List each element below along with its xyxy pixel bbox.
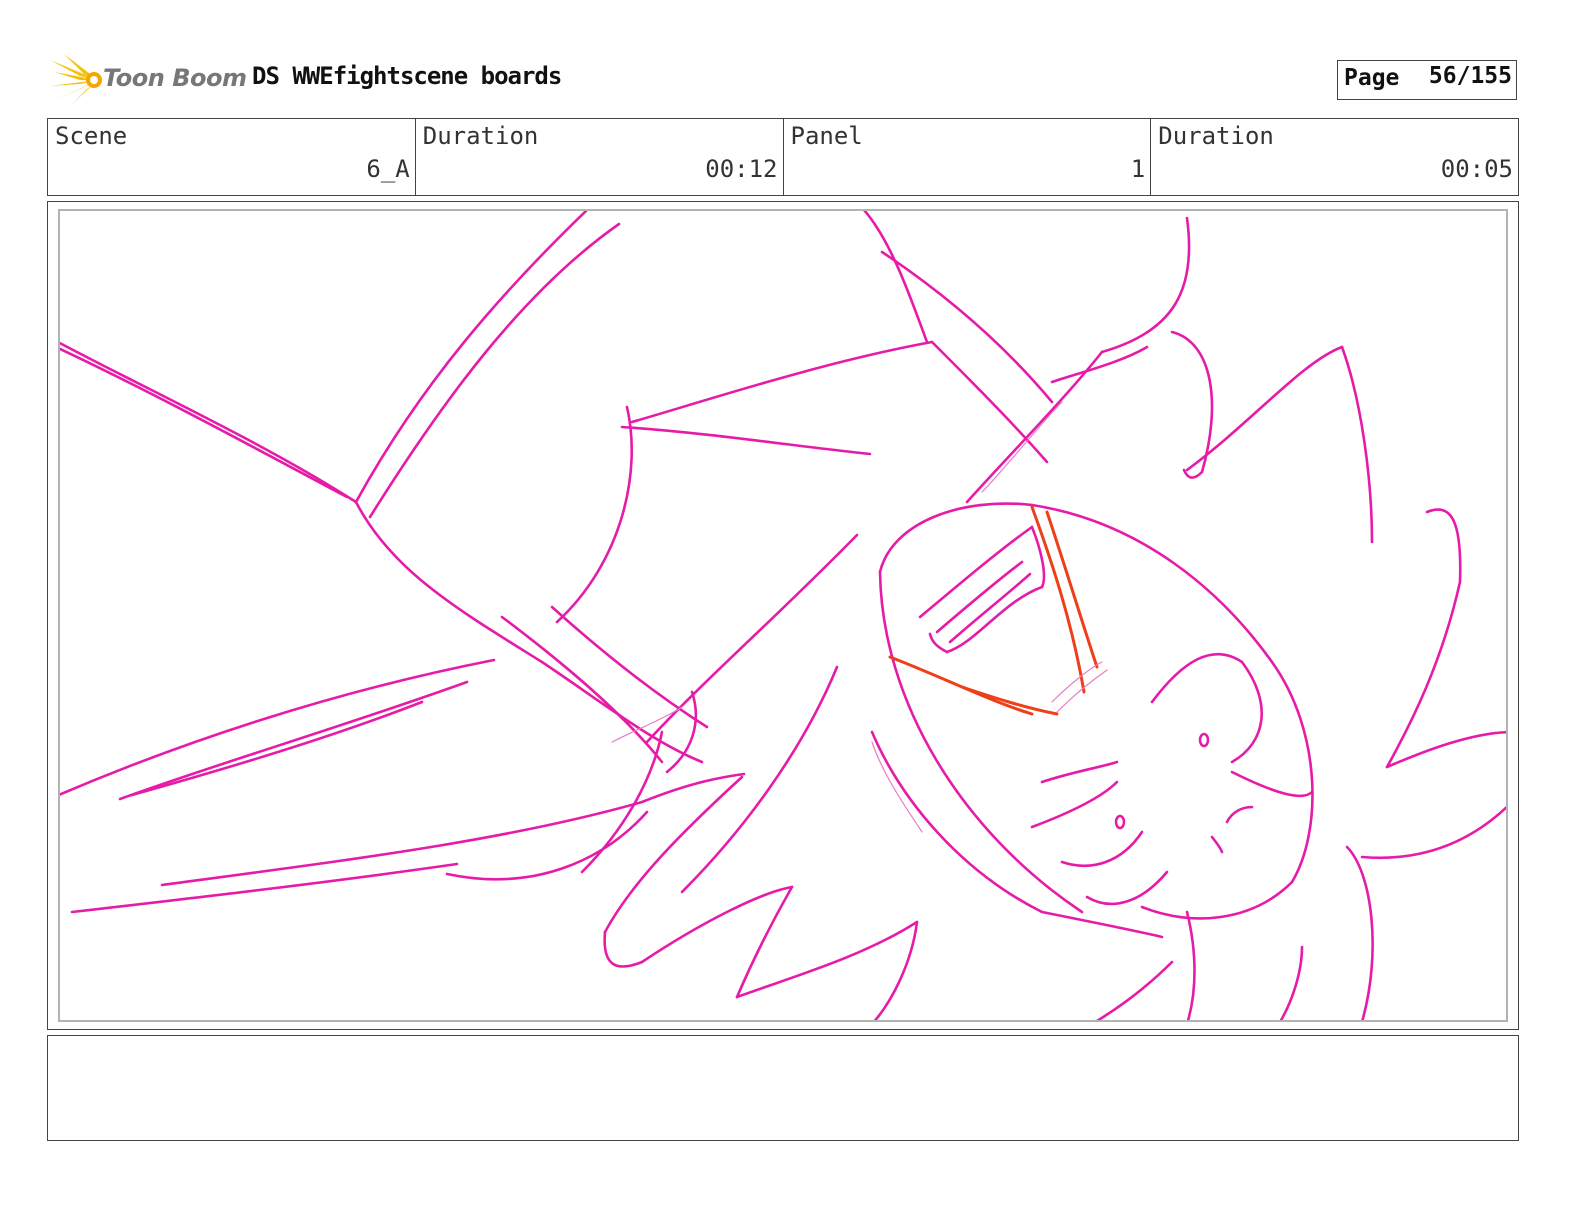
page-number: 56/155 [1428,63,1512,89]
scene-duration-label: Duration [422,122,539,150]
logo-text: Toon Boom [103,64,247,92]
sketch-orange-strokes [888,505,1099,716]
scene-info-row: Scene 6_A Duration 00:12 Panel 1 Duratio… [47,118,1519,196]
storyboard-panel-image [58,209,1508,1022]
panel-value: 1 [1130,155,1146,183]
panel-duration-label: Duration [1158,122,1274,150]
scene-value: 6_A [366,155,410,183]
document-title: DS WWEfightscene boards [252,62,562,90]
panel-duration-cell: Duration 00:05 [1151,119,1518,195]
sketch-magenta-strokes [60,211,1506,1020]
sketch-light-strokes [611,401,1108,833]
page-header: Toon Boom DS WWEfightscene boards Page 5… [0,0,1584,115]
scene-duration-value: 00:12 [705,155,778,183]
panel-cell: Panel 1 [784,119,1152,195]
panel-duration-value: 00:05 [1440,155,1513,183]
scene-cell: Scene 6_A [48,119,416,195]
scene-duration-cell: Duration 00:12 [416,119,784,195]
page-label: Page [1344,65,1400,91]
page-indicator: Page 56/155 [1337,60,1517,100]
scene-label: Scene [55,122,128,150]
panel-label: Panel [790,122,863,150]
sketch-drawing [60,211,1506,1020]
panel-notes-box [47,1035,1519,1141]
